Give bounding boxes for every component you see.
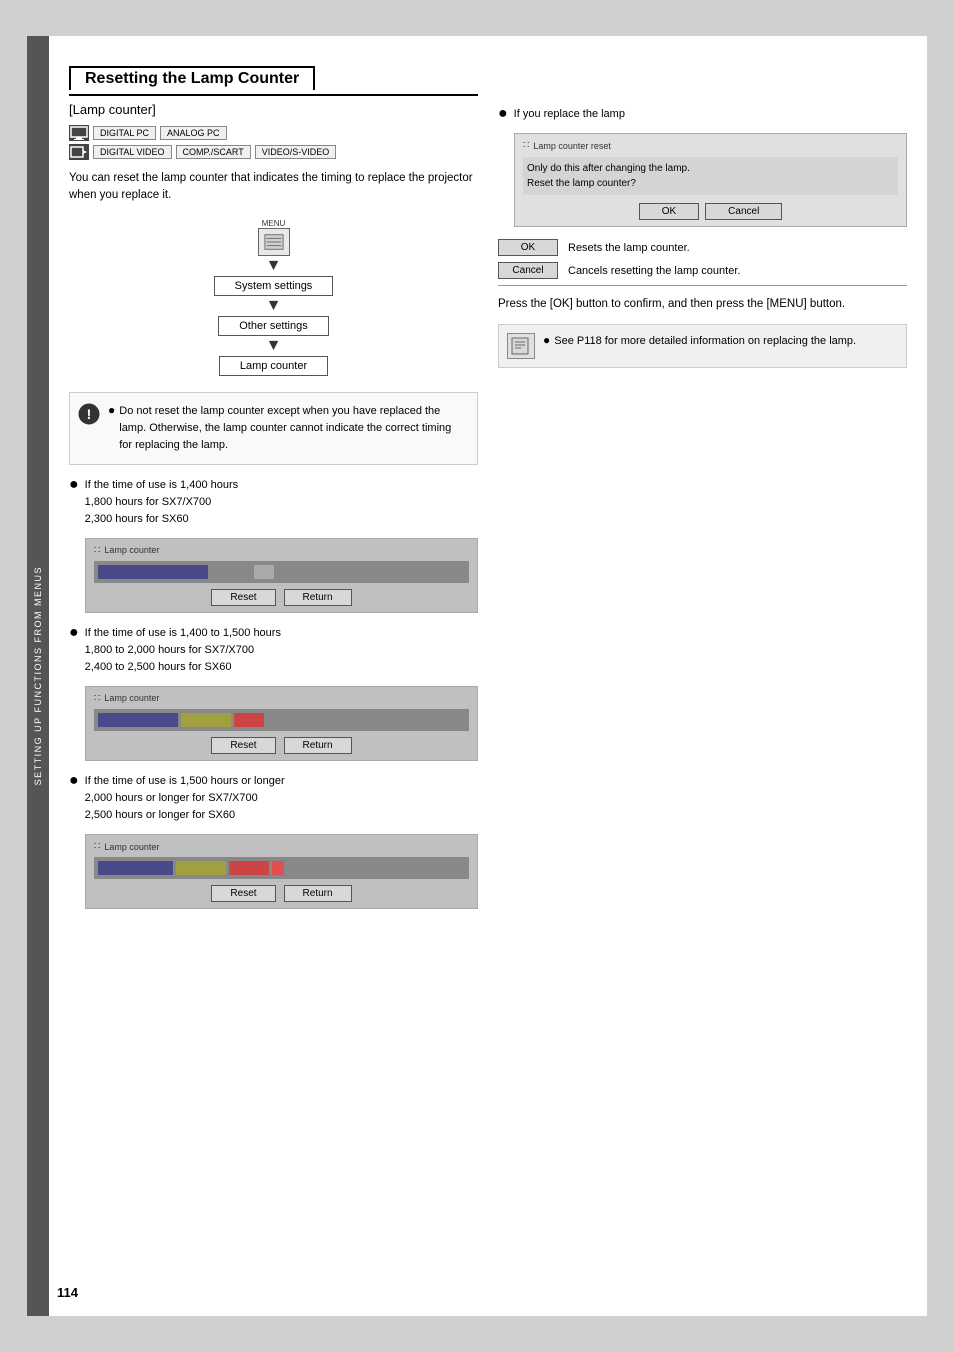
bullet-dot-3: ● [69, 773, 79, 789]
bullet-item-2: ● If the time of use is 1,400 to 1,500 h… [69, 625, 478, 676]
sidebar-tab: SETTING UP FUNCTIONS FROM MENUS [27, 36, 49, 1316]
info-box: ● See P118 for more detailed information… [498, 324, 907, 368]
left-column: Resetting the Lamp Counter [Lamp counter… [69, 66, 478, 1296]
page: SETTING UP FUNCTIONS FROM MENUS Resettin… [27, 36, 927, 1316]
svg-text:!: ! [87, 406, 92, 422]
return-button-2[interactable]: Return [284, 737, 352, 754]
menu-label: MENU [262, 219, 286, 228]
bar-segment-3d [272, 861, 284, 875]
bar-segment-2c [234, 713, 264, 727]
bullet-dot-2: ● [69, 625, 79, 641]
flow-other-settings: Other settings [218, 316, 328, 336]
lamp-ui-title-1: Lamp counter [94, 545, 469, 556]
bar-segment-1b [211, 565, 251, 579]
warning-icon: ! [78, 403, 100, 425]
lamp-bar-1 [94, 561, 469, 583]
reset-cancel-button[interactable]: Cancel [705, 203, 782, 220]
reset-message-line1: Only do this after changing the lamp. [527, 161, 894, 176]
right-bullet-text: If you replace the lamp [514, 106, 625, 123]
lamp-ui-box-2: Lamp counter Reset Return [85, 686, 478, 761]
warning-box: ! ● Do not reset the lamp counter except… [69, 392, 478, 465]
source-comp-scart: COMP./SCART [176, 145, 251, 159]
lamp-ui-title-3: Lamp counter [94, 841, 469, 852]
cancel-desc: Cancels resetting the lamp counter. [568, 265, 740, 277]
divider [498, 285, 907, 286]
bar-segment-3a [98, 861, 173, 875]
bullet-text-1: If the time of use is 1,400 hours1,800 h… [85, 477, 238, 528]
menu-icon [258, 228, 290, 256]
sidebar-label: SETTING UP FUNCTIONS FROM MENUS [33, 566, 43, 785]
bullet-text-3: If the time of use is 1,500 hours or lon… [85, 773, 285, 824]
reset-ok-button[interactable]: OK [639, 203, 699, 220]
flow-arrow-3: ▼ [266, 338, 282, 354]
press-text: Press the [OK] button to confirm, and th… [498, 296, 907, 314]
ok-label-box: OK [498, 239, 558, 256]
lamp-counter-reset-box: Lamp counter reset Only do this after ch… [514, 133, 907, 227]
source-digital-pc: DIGITAL PC [93, 126, 156, 140]
bar-segment-2a [98, 713, 178, 727]
lamp-ui-box-3: Lamp counter Reset Return [85, 834, 478, 909]
bullet-dot-1: ● [69, 477, 79, 493]
section-title-text: Resetting the Lamp Counter [69, 66, 315, 90]
flow-diagram: MENU ▼ System settings ▼ Other settings … [69, 219, 478, 376]
return-button-3[interactable]: Return [284, 885, 352, 902]
bar-segment-2b [181, 713, 231, 727]
right-bullet-dot: ● [498, 106, 508, 123]
bar-segment-2d [267, 713, 283, 727]
reset-message-line2: Reset the lamp counter? [527, 176, 894, 191]
pc-icon [69, 125, 89, 141]
bar-segment-1a [98, 565, 208, 579]
flow-system-settings: System settings [214, 276, 334, 296]
lamp-ui-title-2: Lamp counter [94, 693, 469, 704]
reset-box-buttons: OK Cancel [523, 203, 898, 220]
lamp-counter-label: [Lamp counter] [69, 102, 478, 117]
source-digital-video: DIGITAL VIDEO [93, 145, 172, 159]
ok-row: OK Resets the lamp counter. [498, 239, 907, 256]
flow-lamp-counter: Lamp counter [219, 356, 328, 376]
cancel-row: Cancel Cancels resetting the lamp counte… [498, 262, 907, 279]
bar-segment-1c [254, 565, 274, 579]
reset-button-3[interactable]: Reset [211, 885, 275, 902]
right-bullet-replace: ● If you replace the lamp [498, 106, 907, 123]
page-number: 114 [57, 1285, 78, 1300]
bullet-item-3: ● If the time of use is 1,500 hours or l… [69, 773, 478, 824]
lamp-ui-box-1: Lamp counter Reset Return [85, 538, 478, 613]
lamp-bar-2 [94, 709, 469, 731]
info-text: See P118 for more detailed information o… [554, 333, 856, 350]
warning-text: Do not reset the lamp counter except whe… [119, 403, 467, 454]
bar-segment-3c [229, 861, 269, 875]
right-column: ● If you replace the lamp Lamp counter r… [498, 66, 907, 1296]
lamp-bar-3 [94, 857, 469, 879]
source-row-2: DIGITAL VIDEO COMP./SCART VIDEO/S-VIDEO [69, 144, 478, 160]
reset-box-message: Only do this after changing the lamp. Re… [523, 157, 898, 195]
flow-arrow-1: ▼ [266, 258, 282, 274]
source-video-s-video: VIDEO/S-VIDEO [255, 145, 337, 159]
bullet-text-2: If the time of use is 1,400 to 1,500 hou… [85, 625, 281, 676]
video-icon [69, 144, 89, 160]
reset-button-1[interactable]: Reset [211, 589, 275, 606]
reset-box-title: Lamp counter reset [523, 140, 898, 151]
source-analog-pc: ANALOG PC [160, 126, 227, 140]
lamp-ui-buttons-3: Reset Return [94, 885, 469, 902]
bullet-item-1: ● If the time of use is 1,400 hours1,800… [69, 477, 478, 528]
lamp-ui-buttons-2: Reset Return [94, 737, 469, 754]
input-sources: DIGITAL PC ANALOG PC DIGITAL VIDEO COMP.… [69, 125, 478, 160]
return-button-1[interactable]: Return [284, 589, 352, 606]
description-text: You can reset the lamp counter that indi… [69, 170, 478, 205]
source-row-1: DIGITAL PC ANALOG PC [69, 125, 478, 141]
ok-desc: Resets the lamp counter. [568, 242, 690, 254]
reset-button-2[interactable]: Reset [211, 737, 275, 754]
lamp-ui-buttons-1: Reset Return [94, 589, 469, 606]
menu-icon-box: MENU [258, 219, 290, 256]
info-icon [507, 333, 535, 359]
main-content: Resetting the Lamp Counter [Lamp counter… [49, 36, 927, 1316]
cancel-label-box: Cancel [498, 262, 558, 279]
flow-arrow-2: ▼ [266, 298, 282, 314]
bar-segment-3b [176, 861, 226, 875]
section-title-bar: Resetting the Lamp Counter [69, 66, 478, 96]
